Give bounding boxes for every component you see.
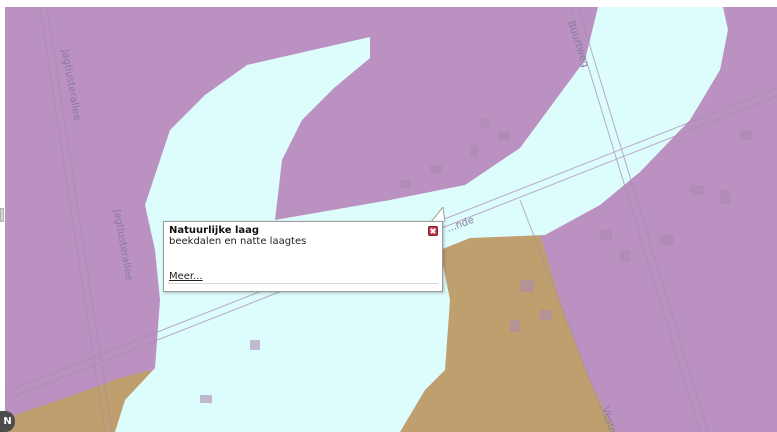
more-link[interactable]: Meer... [169,271,203,282]
panel-toggle-handle[interactable] [0,208,4,222]
popup-pointer [431,207,445,222]
popup-title: Natuurlijke laag [169,225,260,236]
map-canvas[interactable]: Jagtlusterallee Jagtlusterallee Buurtweg… [0,0,777,432]
north-label: N [3,416,12,427]
popup-divider [168,283,438,284]
popup-description: beekdalen en natte laagtes [169,236,307,247]
feature-info-popup: Natuurlijke laag beekdalen en natte laag… [163,221,443,292]
close-icon[interactable] [428,226,438,236]
